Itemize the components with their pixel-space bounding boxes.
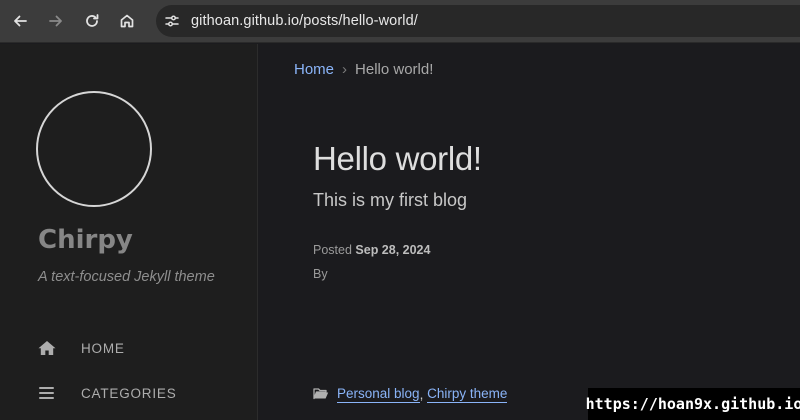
reload-icon — [86, 14, 99, 27]
avatar[interactable] — [36, 91, 152, 207]
browser-toolbar: githoan.github.io/posts/hello-world/ — [0, 0, 800, 43]
watermark: https://hoan9x.github.io — [586, 388, 800, 420]
url-text[interactable]: githoan.github.io/posts/hello-world/ — [191, 13, 418, 29]
breadcrumb: Home › Hello world! — [294, 61, 433, 78]
post-title: Hello world! — [313, 140, 482, 177]
list-icon — [38, 385, 56, 406]
nav-label-home: HOME — [81, 341, 125, 356]
main-content: Home › Hello world! Hello world! This is m… — [259, 44, 800, 420]
back-button[interactable] — [6, 7, 34, 35]
folder-open-icon — [313, 387, 329, 403]
breadcrumb-separator: › — [342, 61, 348, 78]
home-button[interactable] — [113, 7, 141, 35]
post-categories: Personal blog, Chirpy theme — [313, 386, 508, 403]
breadcrumb-home-link[interactable]: Home — [294, 61, 334, 78]
breadcrumb-current: Hello world! — [355, 61, 434, 78]
forward-button[interactable] — [42, 7, 70, 35]
nav-label-categories: CATEGORIES — [81, 386, 177, 401]
category-link[interactable]: Chirpy theme — [427, 386, 508, 403]
reload-button[interactable] — [78, 7, 106, 35]
back-icon — [14, 15, 27, 27]
forward-icon — [49, 15, 62, 27]
post-date-value[interactable]: Sep 28, 2024 — [355, 243, 430, 257]
site-subtitle: A text-focused Jekyll theme — [38, 269, 215, 285]
post-date: Posted Sep 28, 2024 — [313, 243, 430, 257]
post-description: This is my first blog — [313, 190, 468, 210]
nav-item-home[interactable]: HOME — [38, 334, 248, 364]
nav-item-categories[interactable]: CATEGORIES — [38, 379, 248, 409]
category-separator: , — [419, 387, 424, 402]
address-bar[interactable]: githoan.github.io/posts/hello-world/ — [156, 5, 800, 37]
post-author: By — [313, 267, 328, 281]
posted-label: Posted — [313, 243, 352, 257]
category-link[interactable]: Personal blog — [337, 386, 420, 403]
home-icon — [38, 340, 56, 361]
site-settings-icon[interactable] — [164, 13, 180, 34]
home-icon — [120, 14, 134, 28]
sidebar: Chirpy A text-focused Jekyll theme HOME … — [0, 44, 258, 420]
site-title[interactable]: Chirpy — [38, 225, 133, 255]
